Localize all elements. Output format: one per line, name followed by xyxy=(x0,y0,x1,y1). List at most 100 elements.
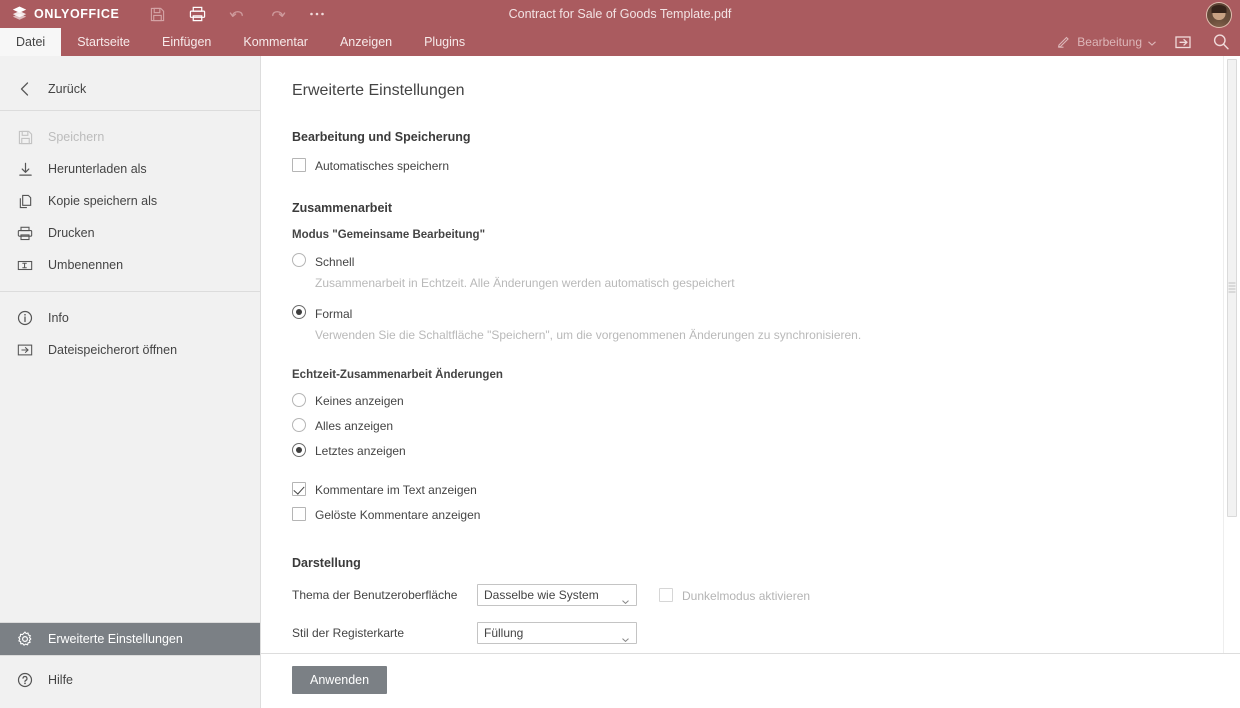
help-icon xyxy=(16,671,34,689)
settings-panel: Erweiterte Einstellungen Bearbeitung und… xyxy=(261,56,1240,708)
option-coedit-fast[interactable]: Schnell Zusammenarbeit in Echtzeit. Alle… xyxy=(292,253,1200,291)
sidebar-item-hilfe[interactable]: Hilfe xyxy=(0,664,260,696)
sidebar-item-back[interactable]: Zurück xyxy=(0,68,260,110)
redo-icon[interactable] xyxy=(257,0,297,28)
option-show-comments[interactable]: Kommentare im Text anzeigen xyxy=(292,482,1200,497)
coedit-fast-radio[interactable] xyxy=(292,253,306,267)
settings-scroll-area: Erweiterte Einstellungen Bearbeitung und… xyxy=(261,56,1240,653)
header-right-controls: Bearbeitung xyxy=(1049,28,1240,56)
option-realtime-last[interactable]: Letztes anzeigen xyxy=(292,443,1200,458)
tab-einfuegen[interactable]: Einfügen xyxy=(146,28,227,56)
sidebar-label: Info xyxy=(48,311,69,325)
sidebar-item-info[interactable]: Info xyxy=(0,302,260,334)
rename-icon xyxy=(16,256,34,274)
settings-scrollbar[interactable] xyxy=(1223,56,1240,653)
dark-mode-label: Dunkelmodus aktivieren xyxy=(682,588,811,603)
app-header: ONLYOFFICE Contract for Sale of Goods Te… xyxy=(0,0,1240,56)
sidebar-item-dateispeicherort-oeffnen[interactable]: Dateispeicherort öffnen xyxy=(0,334,260,366)
sidebar-label: Speichern xyxy=(48,130,105,144)
option-realtime-all[interactable]: Alles anzeigen xyxy=(292,418,1200,433)
spacer-after-realtime xyxy=(292,468,1200,482)
coedit-fast-desc: Zusammenarbeit in Echtzeit. Alle Änderun… xyxy=(315,276,735,290)
tab-datei[interactable]: Datei xyxy=(0,28,62,56)
info-icon xyxy=(16,309,34,327)
sidebar-pad-3 xyxy=(0,292,260,302)
file-menu-body: Zurück Speichern Herunterladen als Kopie… xyxy=(0,56,1240,708)
sidebar-item-speichern[interactable]: Speichern xyxy=(0,121,260,153)
sidebar-item-drucken[interactable]: Drucken xyxy=(0,217,260,249)
undo-icon[interactable] xyxy=(217,0,257,28)
tab-kommentar[interactable]: Kommentar xyxy=(227,28,324,56)
option-coedit-strict[interactable]: Formal Verwenden Sie die Schaltfläche "S… xyxy=(292,305,1200,343)
quick-access-toolbar xyxy=(137,0,337,28)
more-icon[interactable] xyxy=(297,0,337,28)
brand-logo-area: ONLYOFFICE xyxy=(0,6,119,23)
realtime-last-label: Letztes anzeigen xyxy=(315,444,406,458)
tab-plugins[interactable]: Plugins xyxy=(408,28,481,56)
show-resolved-comments-label: Gelöste Kommentare anzeigen xyxy=(315,508,481,522)
chevron-left-icon xyxy=(16,80,34,98)
ribbon-tabs: Datei Startseite Einfügen Kommentar Anze… xyxy=(0,28,1240,56)
option-autosave[interactable]: Automatisches speichern xyxy=(292,158,1200,173)
realtime-none-label: Keines anzeigen xyxy=(315,394,404,408)
tab-style-label: Stil der Registerkarte xyxy=(292,626,405,640)
tab-style-value: Füllung xyxy=(484,626,524,640)
open-file-location-icon[interactable] xyxy=(1164,28,1202,56)
scrollbar-thumb[interactable] xyxy=(1227,59,1237,517)
coedit-fast-label: Schnell xyxy=(315,255,355,269)
realtime-last-radio[interactable] xyxy=(292,443,306,457)
realtime-all-radio[interactable] xyxy=(292,418,306,432)
edit-mode-dropdown[interactable]: Bearbeitung xyxy=(1049,28,1164,56)
section-title-appearance: Darstellung xyxy=(292,556,361,570)
gear-icon xyxy=(16,630,34,648)
coedit-strict-radio[interactable] xyxy=(292,305,306,319)
tab-anzeigen[interactable]: Anzeigen xyxy=(324,28,408,56)
section-title-collaboration: Zusammenarbeit xyxy=(292,201,393,215)
show-comments-checkbox[interactable] xyxy=(292,482,306,496)
sidebar-item-kopie-speichern-als[interactable]: Kopie speichern als xyxy=(0,185,260,217)
show-comments-label: Kommentare im Text anzeigen xyxy=(315,483,477,497)
search-icon[interactable] xyxy=(1202,28,1240,56)
sidebar-item-umbenennen[interactable]: Umbenennen xyxy=(0,249,260,281)
realtime-all-label: Alles anzeigen xyxy=(315,419,394,433)
sidebar-label: Kopie speichern als xyxy=(48,194,158,208)
sidebar-group-file: Speichern Herunterladen als Kopie speich… xyxy=(0,121,260,281)
show-resolved-comments-checkbox[interactable] xyxy=(292,507,306,521)
sidebar-item-herunterladen-als[interactable]: Herunterladen als xyxy=(0,153,260,185)
sidebar-label: Herunterladen als xyxy=(48,162,147,176)
save-icon[interactable] xyxy=(137,0,177,28)
settings-footer: Anwenden xyxy=(261,653,1240,708)
scrollbar-grip-icon xyxy=(1228,282,1236,294)
apply-button[interactable]: Anwenden xyxy=(292,666,388,694)
chevron-down-icon xyxy=(622,631,629,643)
theme-select[interactable]: Dasselbe wie System xyxy=(477,584,637,606)
sidebar-item-erweiterte-einstellungen[interactable]: Erweiterte Einstellungen xyxy=(0,623,260,655)
option-realtime-none[interactable]: Keines anzeigen xyxy=(292,393,1200,408)
settings-content: Erweiterte Einstellungen Bearbeitung und… xyxy=(261,56,1240,653)
avatar[interactable] xyxy=(1206,2,1232,28)
coedit-strict-text: Formal Verwenden Sie die Schaltfläche "S… xyxy=(315,305,861,343)
realtime-changes-label: Echtzeit-Zusammenarbeit Änderungen xyxy=(292,369,503,381)
sidebar-divider-4 xyxy=(0,655,260,656)
header-toolbar: ONLYOFFICE Contract for Sale of Goods Te… xyxy=(0,0,1240,28)
print-icon[interactable] xyxy=(177,0,217,28)
autosave-label: Automatisches speichern xyxy=(315,159,450,173)
sidebar-top-pad xyxy=(0,56,260,68)
file-menu-sidebar: Zurück Speichern Herunterladen als Kopie… xyxy=(0,56,261,708)
sidebar-bottom-pad xyxy=(0,696,260,708)
tab-style-select[interactable]: Füllung xyxy=(477,622,637,644)
sidebar-label: Erweiterte Einstellungen xyxy=(48,632,183,646)
tab-startseite[interactable]: Startseite xyxy=(61,28,146,56)
dark-mode-checkbox[interactable] xyxy=(659,588,673,602)
coedit-strict-desc: Verwenden Sie die Schaltfläche "Speicher… xyxy=(315,328,862,342)
download-icon xyxy=(16,160,34,178)
realtime-none-radio[interactable] xyxy=(292,393,306,407)
print-icon xyxy=(16,224,34,242)
copy-icon xyxy=(16,192,34,210)
option-show-resolved-comments[interactable]: Gelöste Kommentare anzeigen xyxy=(292,507,1200,522)
option-dark-mode[interactable]: Dunkelmodus aktivieren xyxy=(659,588,810,603)
page-title: Erweiterte Einstellungen xyxy=(292,82,465,99)
autosave-checkbox[interactable] xyxy=(292,158,306,172)
onlyoffice-window: ONLYOFFICE Contract for Sale of Goods Te… xyxy=(0,0,1240,708)
